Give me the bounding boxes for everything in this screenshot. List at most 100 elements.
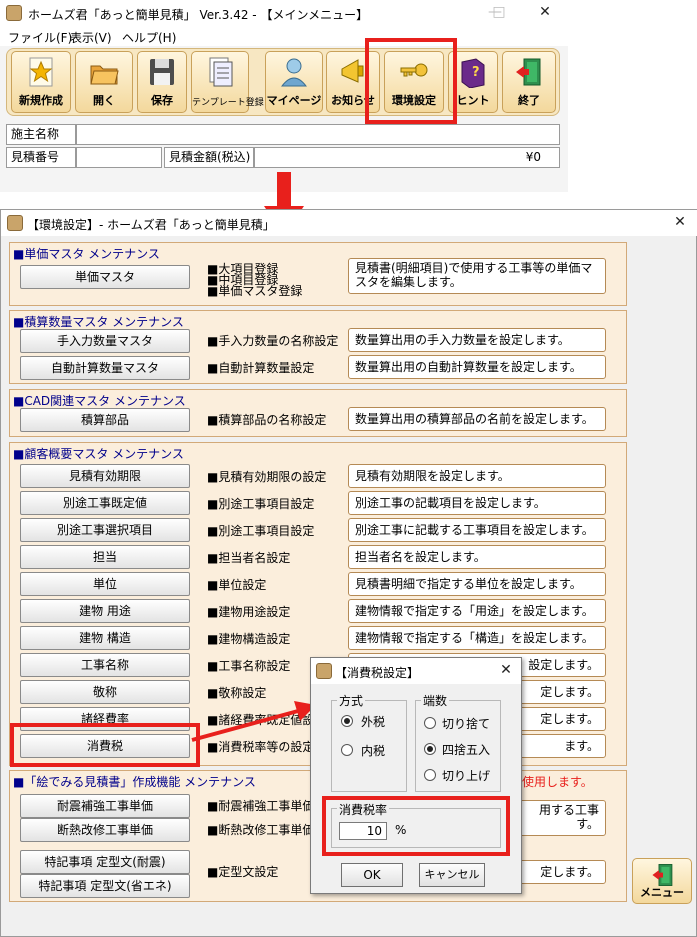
template-register-label: テンプレート登録: [192, 98, 264, 108]
toolbar: 新規作成 開く 保存 テンプレート登録 マイページ お知らせ 環境設定 ? ヒン…: [6, 48, 560, 116]
save-button[interactable]: 保存: [137, 51, 187, 113]
honorific-button[interactable]: 敬称: [20, 680, 190, 704]
staff-button[interactable]: 担当: [20, 545, 190, 569]
staff-bullet: ■担当者名設定: [207, 551, 291, 565]
work-name-bullet: ■工事名称設定: [207, 659, 291, 673]
owner-name-field[interactable]: [76, 124, 560, 145]
building-use-bullet: ■建物用途設定: [207, 605, 291, 619]
auto-quantity-master-button[interactable]: 自動計算数量マスタ: [20, 356, 190, 380]
separate-work-select-bullet: ■別途工事項目設定: [207, 524, 315, 538]
menu-bar: ファイル(F) 表示(V) ヘルプ(H): [0, 26, 568, 46]
estimate-validity-bullet: ■見積有効期限の設定: [207, 470, 327, 484]
unit-button[interactable]: 単位: [20, 572, 190, 596]
separate-work-default-button[interactable]: 別途工事既定値: [20, 491, 190, 515]
save-button-label: 保存: [151, 94, 173, 107]
main-window: ホームズ君「あっと簡単見積」 Ver.3.42 - 【メインメニュー】 — □ …: [0, 0, 568, 192]
method-group-title: 方式: [337, 692, 366, 709]
estimate-number-field[interactable]: [76, 147, 162, 168]
estimate-validity-button[interactable]: 見積有効期限: [20, 464, 190, 488]
unit-description: 見積書明細で指定する単位を設定します。: [348, 572, 606, 596]
tax-dialog-titlebar: 【消費税設定】 ✕: [311, 658, 521, 684]
estimate-validity-description: 見積有効期限を設定します。: [348, 464, 606, 488]
rounding-floor-label: 切り捨て: [442, 717, 491, 731]
building-structure-button[interactable]: 建物 構造: [20, 626, 190, 650]
svg-text:?: ?: [472, 65, 480, 80]
seismic-unit-price-bullet: ■耐震補強工事単価: [207, 799, 315, 813]
exit-button[interactable]: 終了: [502, 51, 556, 113]
tax-dialog: 【消費税設定】 ✕ 方式 外税 内税 端数 切り捨て 四捨五入 切り上げ 消費税…: [310, 657, 522, 894]
estimate-parts-description: 数量算出用の積算部品の名前を設定します。: [348, 407, 606, 431]
manual-quantity-description: 数量算出用の手入力数量を設定します。: [348, 328, 606, 352]
separate-work-default-description: 別途工事の記載項目を設定します。: [348, 491, 606, 515]
special-note-energy-button[interactable]: 特記事項 定型文(省エネ): [20, 874, 190, 898]
panel-picture-estimate-title: ■「絵でみる見積書」作成機能 メンテナンス: [13, 775, 256, 789]
new-button[interactable]: 新規作成: [11, 51, 71, 113]
insulation-unit-price-button[interactable]: 断熱改修工事単価: [20, 818, 190, 842]
new-star-icon: [29, 57, 53, 87]
unit-bullet: ■単位設定: [207, 578, 267, 592]
settings-close-button[interactable]: ✕: [665, 214, 695, 230]
exit-button-label: 終了: [518, 94, 540, 107]
work-name-button[interactable]: 工事名称: [20, 653, 190, 677]
method-exclusive-radio[interactable]: [341, 715, 353, 727]
tax-dialog-close-button[interactable]: ✕: [491, 662, 521, 678]
right-arrow-annotation: [191, 701, 316, 742]
insulation-unit-price-bullet: ■断熱改修工事単価: [207, 823, 315, 837]
tax-dialog-title: 【消費税設定】: [335, 666, 420, 680]
panel-unit-master-title: ■単価マスタ メンテナンス: [13, 247, 160, 261]
rounding-ceil-label: 切り上げ: [442, 769, 491, 783]
special-note-seismic-button[interactable]: 特記事項 定型文(耐震): [20, 850, 190, 874]
settings-titlebar: 【環境設定】- ホームズ君「あっと簡単見積」 ✕: [1, 210, 697, 236]
rounding-round-radio[interactable]: [424, 743, 436, 755]
maximize-button[interactable]: □: [484, 4, 514, 20]
return-menu-label: メニュー: [640, 886, 684, 899]
tax-cancel-button[interactable]: キャンセル: [419, 863, 485, 887]
open-button[interactable]: 開く: [75, 51, 133, 113]
rounding-floor-radio[interactable]: [424, 717, 436, 729]
return-menu-button[interactable]: メニュー: [632, 858, 692, 904]
building-use-button[interactable]: 建物 用途: [20, 599, 190, 623]
rounding-round-label: 四捨五入: [442, 743, 491, 757]
exit-door-icon: [516, 58, 541, 86]
auto-quantity-bullet: ■自動計算数量設定: [207, 361, 315, 375]
estimate-number-label: 見積番号: [6, 147, 76, 168]
estimate-amount-label: 見積金額(税込): [164, 147, 254, 168]
building-use-description: 建物情報で指定する「用途」を設定します。: [348, 599, 606, 623]
seismic-unit-price-button[interactable]: 耐震補強工事単価: [20, 794, 190, 818]
main-titlebar: ホームズ君「あっと簡単見積」 Ver.3.42 - 【メインメニュー】 — □ …: [0, 0, 568, 26]
panel-picture-estimate-title-tail: 使用します。: [522, 775, 593, 789]
rounding-group-title: 端数: [421, 692, 450, 709]
estimate-parts-button[interactable]: 積算部品: [20, 408, 190, 432]
auto-quantity-description: 数量算出用の自動計算数量を設定します。: [348, 355, 606, 379]
settings-app-icon: [7, 215, 23, 231]
template-text-bullet: ■定型文設定: [207, 865, 279, 879]
menu-help[interactable]: ヘルプ(H): [122, 29, 176, 46]
user-icon: [280, 58, 308, 87]
method-exclusive-label: 外税: [361, 715, 386, 729]
folder-open-icon: [90, 65, 119, 85]
unit-master-button[interactable]: 単価マスタ: [20, 265, 190, 289]
separate-work-default-bullet: ■別途工事項目設定: [207, 497, 315, 511]
panel-cad-master-title: ■CAD関連マスタ メンテナンス: [13, 394, 186, 408]
separate-work-select-button[interactable]: 別途工事選択項目: [20, 518, 190, 542]
rounding-ceil-radio[interactable]: [424, 769, 436, 781]
save-disk-icon: [150, 59, 174, 85]
menu-file[interactable]: ファイル(F): [8, 29, 72, 46]
panel-customer-master-title: ■顧客概要マスタ メンテナンス: [13, 447, 184, 461]
highlight-consumption-tax: [10, 723, 200, 767]
building-structure-description: 建物情報で指定する「構造」を設定します。: [348, 626, 606, 650]
panel-quantity-master-title: ■積算数量マスタ メンテナンス: [13, 315, 184, 329]
menu-view[interactable]: 表示(V): [70, 29, 112, 46]
template-register-button[interactable]: テンプレート登録: [191, 51, 264, 113]
owner-name-label: 施主名称: [6, 124, 76, 145]
mypage-button-label: マイページ: [266, 94, 322, 107]
megaphone-icon: [341, 59, 364, 83]
open-button-label: 開く: [93, 94, 115, 107]
manual-quantity-master-button[interactable]: 手入力数量マスタ: [20, 329, 190, 353]
main-window-title: ホームズ君「あっと簡単見積」 Ver.3.42 - 【メインメニュー】: [28, 8, 369, 22]
settings-window-title: 【環境設定】- ホームズ君「あっと簡単見積」: [27, 218, 275, 232]
mypage-button[interactable]: マイページ: [265, 51, 323, 113]
tax-ok-button[interactable]: OK: [341, 863, 403, 887]
method-inclusive-radio[interactable]: [341, 744, 353, 756]
main-close-button[interactable]: ✕: [530, 4, 560, 20]
